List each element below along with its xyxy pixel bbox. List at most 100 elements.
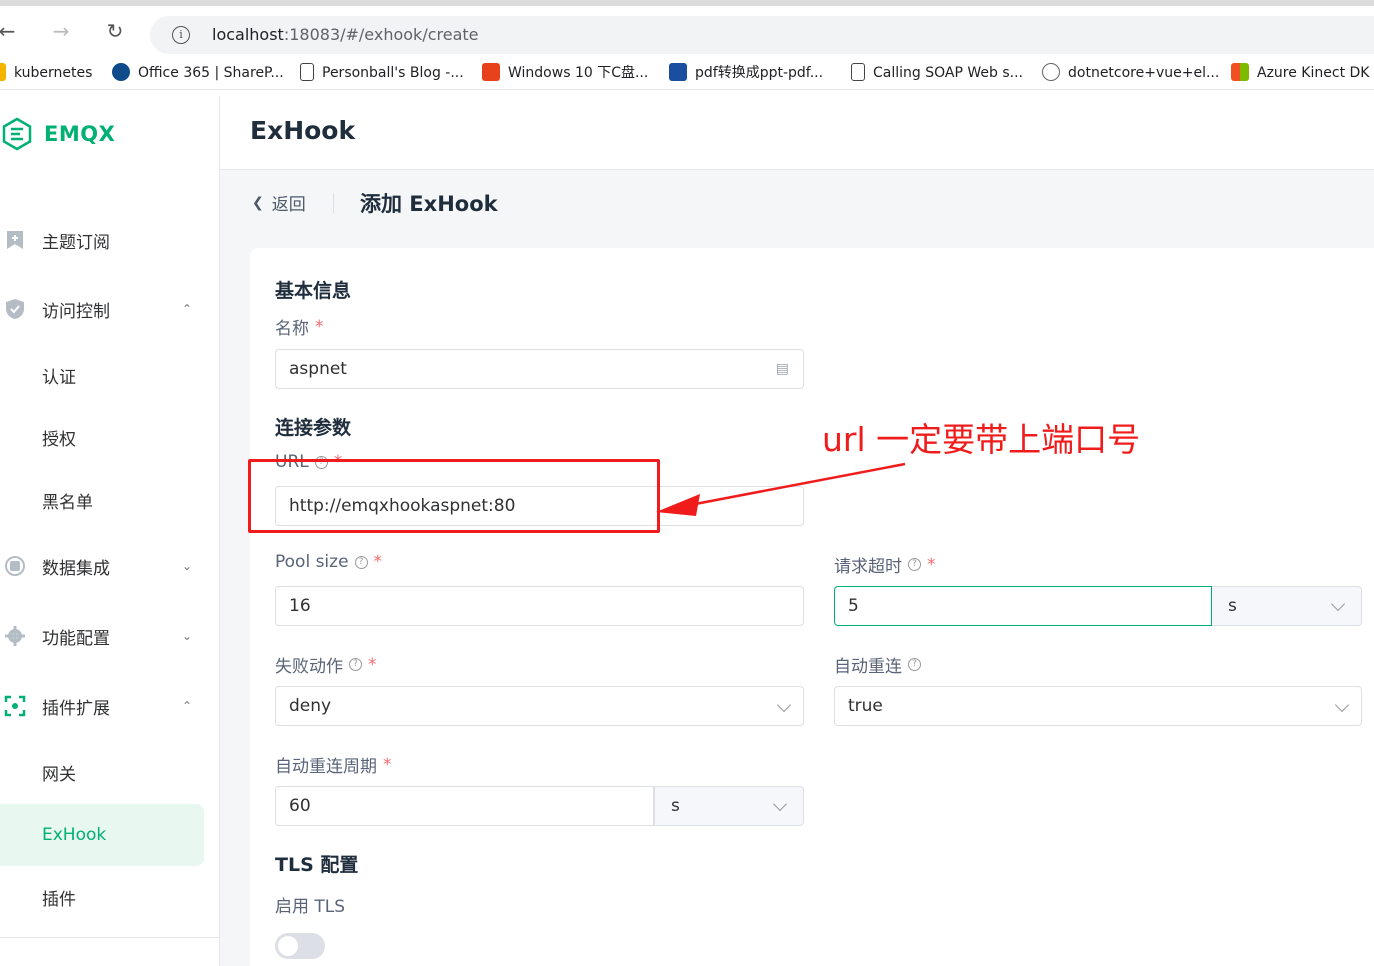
bookmark-item[interactable]: Azure Kinect DK 文: [1231, 62, 1374, 84]
address-url[interactable]: localhost:18083/#/exhook/create: [212, 25, 479, 44]
chevron-down-icon: [772, 796, 788, 812]
gear-icon: [5, 626, 25, 646]
reconnect-period-label-text: 自动重连周期: [275, 757, 377, 777]
back-link[interactable]: ❮ 返回: [252, 190, 306, 216]
sidebar-item-subscriptions[interactable]: 主题订阅: [0, 216, 220, 264]
name-value: aspnet: [289, 359, 347, 379]
timeout-label: 请求超时? *: [834, 552, 936, 578]
help-icon[interactable]: ?: [349, 658, 362, 671]
info-icon[interactable]: i: [172, 26, 190, 44]
reload-icon[interactable]: ↻: [102, 18, 128, 44]
bookmark-item[interactable]: Calling SOAP Web s...: [851, 62, 1023, 84]
toggle-knob: [278, 936, 298, 956]
sidebar-item-gateway[interactable]: 网关: [0, 741, 204, 803]
help-icon[interactable]: ?: [908, 658, 921, 671]
tls-enable-label: 启用 TLS: [275, 897, 346, 917]
sidebar-item-label: 授权: [42, 429, 76, 450]
bookmark-item[interactable]: Office 365 | ShareP...: [112, 62, 284, 84]
name-input[interactable]: aspnet ▤: [275, 349, 804, 389]
tls-toggle[interactable]: [275, 933, 325, 959]
sidebar-item-label: 功能配置: [42, 628, 110, 649]
shield-icon: [6, 299, 24, 319]
sidebar-item-exhook[interactable]: ExHook: [0, 804, 204, 866]
section-tls: TLS 配置: [275, 854, 359, 876]
subscribe-icon: [7, 231, 23, 249]
help-icon[interactable]: ?: [908, 558, 921, 571]
z-icon: [669, 63, 687, 81]
bookmark-label: Windows 10 下C盘...: [508, 65, 649, 81]
bookmark-item[interactable]: dotnetcore+vue+el...: [1042, 62, 1219, 84]
microsoft-icon: [1231, 63, 1249, 81]
bookmark-label: dotnetcore+vue+el...: [1068, 65, 1220, 81]
auto-reconnect-label: 自动重连?: [834, 652, 921, 677]
annotation-text: url 一定要带上端口号: [822, 420, 1141, 459]
chevron-down-icon: ⌄: [181, 629, 192, 643]
bookmark-label: kubernetes: [14, 65, 93, 81]
url-path: :18083/#/exhook/create: [283, 25, 479, 44]
required-mark: *: [927, 554, 936, 575]
bookmark-item[interactable]: Windows 10 下C盘...: [482, 62, 648, 84]
timeout-label-text: 请求超时: [834, 557, 902, 577]
sidebar-item-data-integration[interactable]: 数据集成 ⌄: [0, 542, 220, 590]
bookmark-label: Azure Kinect DK 文: [1257, 65, 1374, 81]
fail-label-text: 失败动作: [275, 657, 343, 677]
pool-size-input[interactable]: 16: [275, 586, 804, 626]
bookmark-item[interactable]: kubernetes: [0, 62, 92, 84]
annotation-highlight-box: [248, 459, 660, 533]
name-label: 名称 *: [275, 314, 324, 340]
sidebar-item-plugins[interactable]: 插件: [0, 866, 204, 928]
chevron-down-icon: [1330, 596, 1346, 612]
section-connection: 连接参数: [275, 417, 352, 439]
page-icon: [300, 63, 314, 81]
sidebar-item-configuration[interactable]: 功能配置 ⌄: [0, 612, 220, 660]
sidebar-item-access-control[interactable]: 访问控制 ⌃: [0, 285, 220, 333]
sidebar-item-extensions[interactable]: 插件扩展 ⌃: [0, 682, 220, 730]
reconnect-period-value: 60: [289, 796, 311, 816]
pool-label-text: Pool size: [275, 552, 349, 572]
contact-card-icon[interactable]: ▤: [776, 350, 789, 388]
bookmark-item[interactable]: pdf转换成ppt-pdf...: [669, 62, 823, 84]
emqx-logo-icon: [0, 117, 34, 151]
page-title: 添加 ExHook: [360, 192, 498, 216]
sidebar-item-label: ExHook: [42, 825, 107, 845]
reconnect-period-unit-select[interactable]: s: [654, 786, 804, 826]
sidebar-item-blacklist[interactable]: 黑名单: [0, 469, 204, 531]
chevron-up-icon: ⌃: [181, 302, 192, 316]
fail-action-select[interactable]: deny: [275, 686, 804, 726]
browser-toolbar: ← → ↻ i localhost:18083/#/exhook/create: [0, 0, 1374, 54]
auto-reconnect-value: true: [848, 696, 883, 716]
name-label-text: 名称: [275, 319, 309, 339]
fail-action-value: deny: [289, 696, 332, 716]
required-mark: *: [383, 754, 392, 775]
required-mark: *: [373, 552, 383, 572]
address-bar[interactable]: i localhost:18083/#/exhook/create: [150, 16, 1374, 54]
timeout-unit-value: s: [1228, 596, 1237, 616]
section-basic-info: 基本信息: [275, 280, 352, 302]
sidebar-divider: [0, 937, 219, 938]
sidebar-item-label: 主题订阅: [42, 232, 110, 253]
chevron-down-icon: [776, 697, 792, 713]
sidebar-item-label: 数据集成: [42, 558, 110, 579]
bookmark-item[interactable]: Personball's Blog -...: [300, 62, 464, 84]
help-icon[interactable]: ?: [354, 555, 368, 569]
fail-action-label: 失败动作? *: [275, 652, 377, 678]
reconnect-period-input[interactable]: 60: [275, 786, 654, 826]
back-arrow-icon[interactable]: ←: [0, 18, 20, 44]
page-icon: [851, 63, 865, 81]
reconnect-period-label: 自动重连周期 *: [275, 752, 392, 778]
sidebar-item-authorization[interactable]: 授权: [0, 406, 204, 468]
timeout-unit-select[interactable]: s: [1212, 586, 1362, 626]
sidebar-item-label: 插件扩展: [42, 698, 110, 719]
bookmark-label: Office 365 | ShareP...: [138, 65, 284, 81]
forward-arrow-icon[interactable]: →: [48, 18, 74, 44]
timeout-input[interactable]: 5: [834, 586, 1212, 626]
sidebar-item-label: 插件: [42, 889, 76, 910]
auto-reconnect-select[interactable]: true: [834, 686, 1362, 726]
sidebar-item-label: 访问控制: [42, 301, 110, 322]
integration-icon: [5, 556, 25, 576]
logo[interactable]: EMQX: [0, 114, 115, 154]
sidebar-item-authentication[interactable]: 认证: [0, 344, 204, 406]
folder-icon: [0, 63, 6, 81]
site-icon: [1042, 63, 1060, 81]
back-label: 返回: [271, 195, 306, 215]
